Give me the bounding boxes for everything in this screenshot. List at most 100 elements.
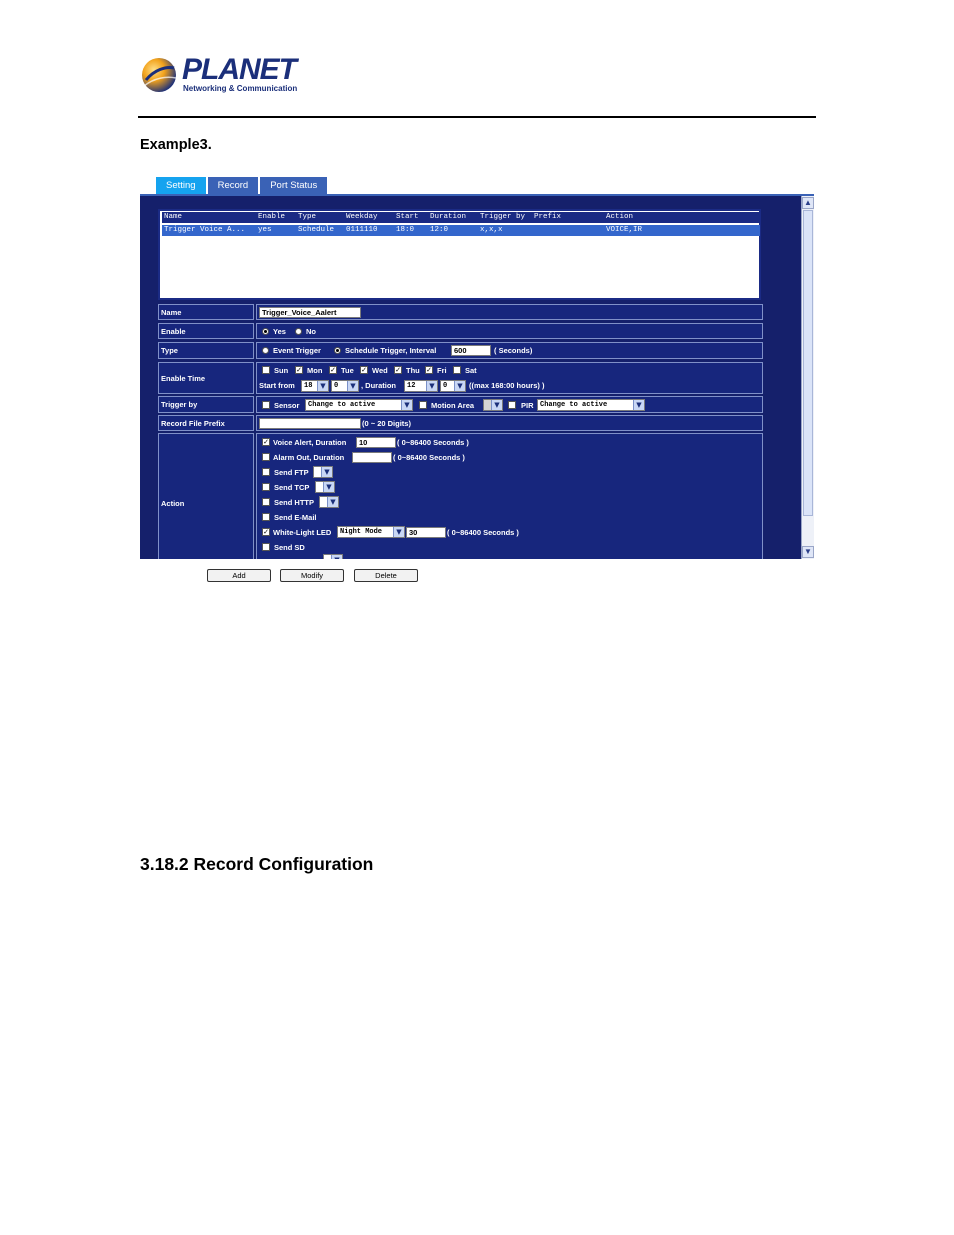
send-http-checkbox[interactable] [262,498,270,506]
interval-input[interactable]: 600 [451,345,491,356]
chevron-down-icon: ▼ [327,497,338,507]
enable-no-label: No [306,327,316,336]
send-http-select[interactable]: ▼ [319,496,339,508]
event-list[interactable]: Name Enable Type Weekday Start Duration … [158,209,761,300]
enable-label: Enable [158,323,254,339]
white-light-led-duration-input[interactable]: 30 [406,527,446,538]
panel-scrollbar[interactable]: ▲ ▼ [801,196,814,559]
send-tcp-label: Send TCP [274,483,310,492]
send-ftp-select[interactable]: ▼ [313,466,333,478]
col-start: Start [396,213,419,221]
start-from-label: Start from [259,381,295,390]
alarm-out-duration-input[interactable] [352,452,392,463]
example-heading: Example3. [140,137,212,153]
voice-alert-label: Voice Alert, Duration [273,438,347,447]
delete-button[interactable]: Delete [354,569,418,582]
globe-icon [142,58,177,92]
duration-hour-select[interactable]: 12 ▼ [404,380,438,392]
partial-select[interactable]: ▼ [323,554,343,559]
col-duration: Duration [430,213,467,221]
voice-alert-duration-input[interactable]: 10 [356,437,396,448]
tab-record[interactable]: Record [206,176,260,194]
enable-yes-radio[interactable] [262,328,269,335]
enable-no-radio[interactable] [295,328,302,335]
tab-bar: Setting Record Port Status [155,176,329,194]
chevron-down-icon: ▼ [454,381,465,391]
mon-checkbox[interactable]: ✓ [295,366,303,374]
chevron-down-icon: ▼ [491,400,502,410]
tab-setting[interactable]: Setting [155,176,207,194]
chevron-down-icon: ▼ [426,381,437,391]
name-label: Name [158,304,254,320]
tab-port-status[interactable]: Port Status [259,176,329,194]
event-settings-panel: Name Enable Type Weekday Start Duration … [140,196,801,559]
enable-yes-label: Yes [273,327,286,336]
tue-checkbox[interactable]: ✓ [329,366,337,374]
action-row: ✓ Voice Alert, Duration 10 ( 0~86400 Sec… [256,433,763,559]
schedule-trigger-radio[interactable] [334,347,341,354]
sat-label: Sat [465,366,477,375]
sun-checkbox[interactable] [262,366,270,374]
col-type: Type [298,213,317,221]
wed-checkbox[interactable]: ✓ [360,366,368,374]
pir-label: PIR [521,401,534,410]
duration-label: , Duration [361,381,396,390]
col-name: Name [164,213,183,221]
send-ftp-label: Send FTP [274,468,309,477]
send-tcp-select[interactable]: ▼ [315,481,335,493]
sensor-select[interactable]: Change to active ▼ [305,399,413,411]
section-heading: 3.18.2 Record Configuration [140,854,374,874]
start-hour-select[interactable]: 18 ▼ [301,380,329,392]
white-light-led-label: White-Light LED [273,528,332,537]
scroll-up-icon[interactable]: ▲ [802,197,814,209]
send-email-label: Send E-Mail [274,513,317,522]
chevron-down-icon: ▼ [323,482,334,492]
enable-time-label: Enable Time [158,362,254,394]
motion-area-select[interactable]: ▼ [483,399,503,411]
duration-minute-select[interactable]: 0 ▼ [440,380,466,392]
scroll-down-icon[interactable]: ▼ [802,546,814,558]
pir-checkbox[interactable] [508,401,516,409]
wed-label: Wed [372,366,388,375]
fri-checkbox[interactable]: ✓ [425,366,433,374]
voice-alert-checkbox[interactable]: ✓ [262,438,270,446]
alarm-out-label: Alarm Out, Duration [273,453,345,462]
send-ftp-checkbox[interactable] [262,468,270,476]
start-minute-select[interactable]: 0 ▼ [331,380,359,392]
type-row: Event Trigger Schedule Trigger, Interval… [256,342,763,359]
record-prefix-input[interactable] [259,418,361,429]
alarm-out-checkbox[interactable] [262,453,270,461]
scroll-thumb[interactable] [803,210,813,516]
trigger-by-row: Sensor Change to active ▼ Motion Area ▼ P… [256,396,763,413]
send-sd-label: Send SD [274,543,305,552]
chevron-down-icon: ▼ [347,381,358,391]
white-light-led-mode-select[interactable]: Night Mode ▼ [337,526,405,538]
enable-time-row: Sun ✓ Mon ✓ Tue ✓ Wed ✓ Thu ✓ Fri Sat St… [256,362,763,394]
name-input[interactable]: Trigger_Voice_Aalert [259,307,361,318]
chevron-down-icon: ▼ [633,400,644,410]
send-tcp-checkbox[interactable] [262,483,270,491]
send-email-checkbox[interactable] [262,513,270,521]
sat-checkbox[interactable] [453,366,461,374]
sensor-checkbox[interactable] [262,401,270,409]
event-trigger-radio[interactable] [262,347,269,354]
enable-row: Yes No [256,323,763,339]
chevron-down-icon: ▼ [317,381,328,391]
motion-area-checkbox[interactable] [419,401,427,409]
pir-select[interactable]: Change to active ▼ [537,399,645,411]
thu-checkbox[interactable]: ✓ [394,366,402,374]
sensor-label: Sensor [274,401,300,410]
send-sd-checkbox[interactable] [262,543,270,551]
record-prefix-hint: (0 ~ 20 Digits) [362,419,411,428]
voice-alert-hint: ( 0~86400 Seconds ) [397,438,469,447]
col-weekday: Weekday [346,213,378,221]
planet-logo: PLANET Networking & Communication [140,53,300,97]
schedule-trigger-label: Schedule Trigger, Interval [345,346,437,355]
white-light-led-checkbox[interactable]: ✓ [262,528,270,536]
add-button[interactable]: Add [207,569,271,582]
send-http-label: Send HTTP [274,498,315,507]
type-label: Type [158,342,254,359]
event-list-row[interactable]: Trigger Voice A... yes Schedule 0111110 … [162,225,760,236]
interval-unit: ( Seconds) [494,346,533,355]
modify-button[interactable]: Modify [280,569,344,582]
